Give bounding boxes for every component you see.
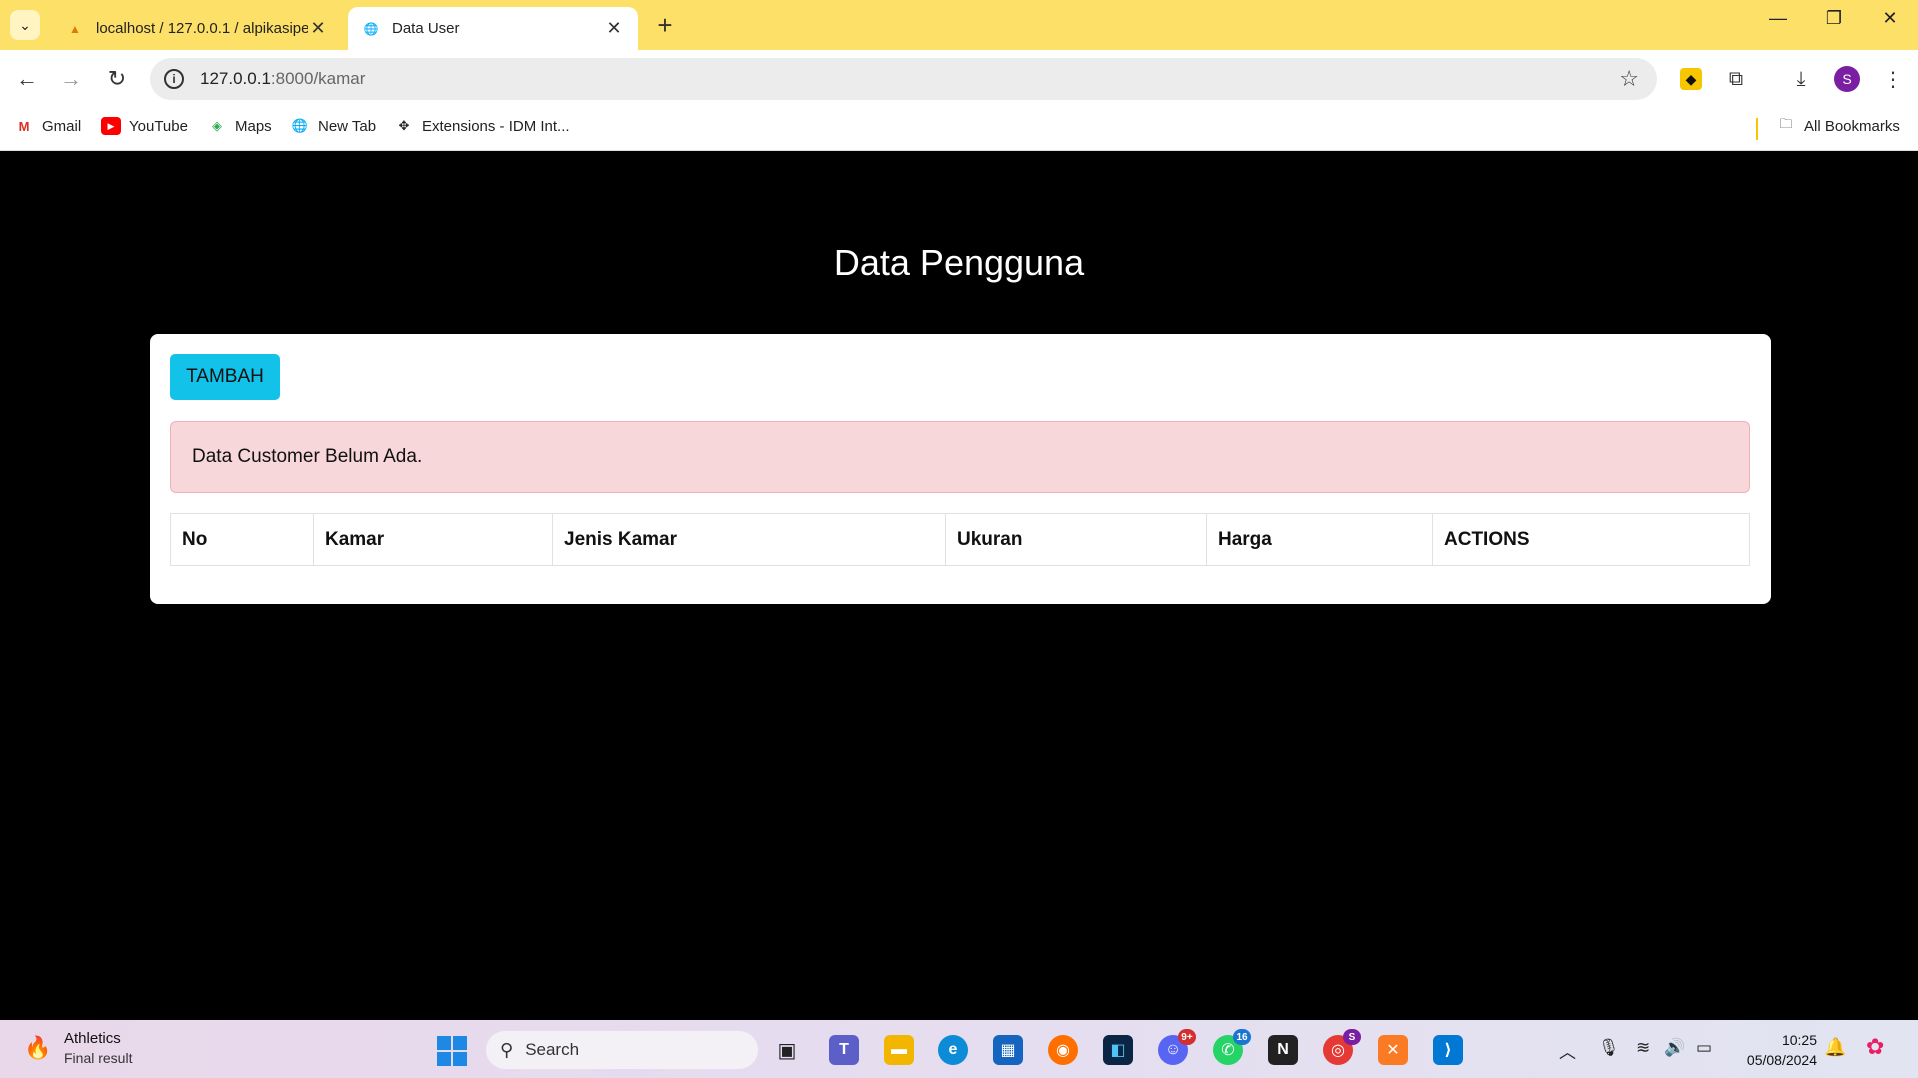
close-window-button[interactable]: ✕ [1870,8,1910,29]
youtube-icon: ▶ [101,117,121,135]
search-icon: ⚲ [500,1039,514,1060]
site-info-icon[interactable]: i [164,69,184,89]
browser-toolbar: ← → ↻ i 127.0.0.1:8000/kamar ☆ ◆ ⧉ ⤓ ⋮ [0,50,1918,108]
discord-icon[interactable]: ☺ 9+ [1158,1029,1196,1065]
page-content: Data Pengguna TAMBAH Data Customer Belum… [0,151,1918,1020]
folder-icon: 🗀 [1779,116,1793,131]
extension-icon[interactable]: ◆ [1676,64,1706,94]
battery-icon[interactable]: ▭ [1696,1038,1712,1058]
xampp-icon[interactable]: ✕ [1378,1035,1408,1065]
notification-badge: 16 [1233,1029,1251,1045]
bookmark-youtube[interactable]: ▶ YouTube [101,117,188,135]
microphone-icon[interactable]: 🎙 [1598,1038,1620,1058]
microsoft-store-icon[interactable]: ▦ [993,1035,1023,1065]
start-button[interactable] [437,1036,467,1066]
search-placeholder: Search [525,1040,580,1059]
windows-logo-icon [437,1036,451,1050]
all-bookmarks[interactable]: 🗀 All Bookmarks [1776,116,1900,135]
empty-data-alert: Data Customer Belum Ada. [170,421,1750,493]
clock-date: 05/08/2024 [1746,1052,1817,1068]
add-button[interactable]: TAMBAH [170,354,280,400]
column-header-no: No [170,513,314,566]
tab-search-button[interactable]: ⌄ [10,10,40,40]
teams-icon[interactable]: T [829,1035,859,1065]
widget-title: Athletics [64,1030,121,1047]
close-tab-icon[interactable]: ✕ [604,18,624,39]
bookmark-new-tab[interactable]: 🌐 New Tab [290,117,376,135]
column-header-ukuran: Ukuran [945,513,1207,566]
clock-time: 10:25 [1781,1032,1817,1048]
taskbar-search[interactable]: ⚲ Search [486,1031,758,1069]
extensions-puzzle-icon[interactable]: ⧉ [1721,64,1751,94]
download-icon[interactable]: ⤓ [1786,64,1816,94]
show-hidden-icons-button[interactable]: ︿ [1559,1038,1576,1063]
bookmark-label: Gmail [42,117,82,135]
puzzle-icon: ✥ [398,118,410,133]
restore-button[interactable]: ❐ [1814,8,1854,29]
back-button[interactable]: ← [12,64,42,94]
bookmark-label: Maps [235,117,272,135]
vscode-icon[interactable]: ⟩ [1433,1035,1463,1065]
column-header-actions: ACTIONS [1432,513,1750,566]
profile-badge: S [1343,1029,1361,1045]
bookmark-label: New Tab [318,117,377,135]
wifi-icon[interactable]: ≋ [1636,1038,1650,1058]
tab-data-user[interactable]: 🌐 Data User ✕ [348,7,638,50]
all-bookmarks-label: All Bookmarks [1804,117,1900,135]
phpmyadmin-icon: ▲ [69,21,81,36]
maps-icon: ◈ [212,118,222,133]
terminal-app-icon[interactable]: ◧ [1103,1035,1133,1065]
globe-icon: 🌐 [363,21,379,36]
chrome-icon[interactable]: ◎ S [1323,1029,1361,1065]
address-bar[interactable]: i 127.0.0.1:8000/kamar ☆ [150,58,1657,100]
notion-icon[interactable]: N [1268,1035,1298,1065]
column-header-kamar: Kamar [313,513,553,566]
bookmark-gmail[interactable]: M Gmail [14,117,82,135]
menu-icon[interactable]: ⋮ [1878,64,1908,94]
tab-phpmyadmin[interactable]: ▲ localhost / 127.0.0.1 / alpikasipe ✕ [52,7,342,50]
new-tab-button[interactable]: + [650,10,680,40]
table-header-row: No Kamar Jenis Kamar Ukuran Harga ACTION… [170,513,1750,566]
firefox-icon[interactable]: ◉ [1048,1035,1078,1065]
rooms-table: No Kamar Jenis Kamar Ukuran Harga ACTION… [170,513,1750,566]
file-explorer-icon[interactable]: ▬ [884,1035,914,1065]
column-header-jenis-kamar: Jenis Kamar [552,513,946,566]
bookmarks-divider [1756,118,1758,140]
content-card: TAMBAH Data Customer Belum Ada. No Kamar… [150,334,1771,604]
url-text: 127.0.0.1:8000/kamar [200,69,366,88]
notification-badge: 9+ [1178,1029,1196,1045]
copilot-icon[interactable]: ✿ [1866,1034,1884,1060]
forward-button[interactable]: → [56,64,86,94]
bookmark-label: YouTube [129,117,188,135]
reload-button[interactable]: ↻ [102,64,132,94]
edge-icon[interactable]: e [938,1035,968,1065]
bookmark-maps[interactable]: ◈ Maps [207,117,272,135]
profile-avatar[interactable]: S [1834,66,1860,92]
taskbar: 🔥 Athletics Final result ⚲ Search ▣ T ▬ … [0,1020,1918,1078]
globe-icon: 🌐 [291,118,309,133]
taskbar-clock[interactable]: 10:25 05/08/2024 [1735,1030,1817,1070]
widget-subtitle: Final result [64,1050,133,1066]
tab-bar: ⌄ ▲ localhost / 127.0.0.1 / alpikasipe ✕… [0,0,1918,50]
bookmark-extensions-idm[interactable]: ✥ Extensions - IDM Int... [394,117,570,135]
tab-title: Data User [392,20,460,37]
close-tab-icon[interactable]: ✕ [308,18,328,39]
notification-bell-icon[interactable]: 🔔 [1824,1037,1846,1058]
gmail-icon: M [18,118,30,134]
page-title: Data Pengguna [833,242,1085,283]
tab-title: localhost / 127.0.0.1 / alpikasipe [96,20,308,37]
widgets-button[interactable]: 🔥 Athletics Final result [24,1030,133,1066]
volume-icon[interactable]: 🔊 [1664,1038,1685,1058]
minimize-button[interactable]: — [1758,8,1798,29]
bookmark-label: Extensions - IDM Int... [422,117,570,135]
bookmark-star-icon[interactable]: ☆ [1619,66,1639,92]
task-view-icon[interactable]: ▣ [772,1035,802,1065]
column-header-harga: Harga [1206,513,1433,566]
bookmarks-bar: M Gmail ▶ YouTube ◈ Maps 🌐 New Tab ✥ Ext… [0,108,1918,151]
torch-icon: 🔥 [24,1035,52,1060]
whatsapp-icon[interactable]: ✆ 16 [1213,1029,1251,1065]
